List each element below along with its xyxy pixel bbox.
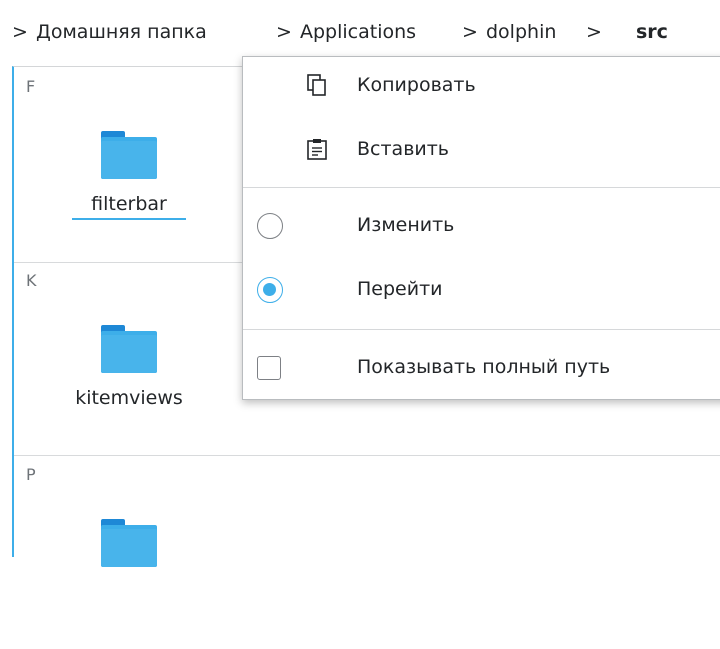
menu-item-label: Показывать полный путь [357,356,611,378]
menu-item-label: Копировать [357,74,476,96]
folder-icon [101,325,157,373]
copy-icon [305,73,329,97]
breadcrumb-separator: > [12,21,28,43]
group-header-k: K [26,271,37,290]
group-header-p: P [26,465,36,484]
breadcrumb-dolphin[interactable]: dolphin [486,20,556,44]
breadcrumb-separator: > [586,21,602,43]
menu-item-edit[interactable]: Изменить [243,199,720,255]
breadcrumb: > Домашняя папка > Applications > dolphi… [0,0,720,62]
menu-item-copy[interactable]: Копировать [243,59,720,115]
menu-item-label: Вставить [357,138,450,160]
breadcrumb-separator: > [462,21,478,43]
edit-radio[interactable] [257,213,283,239]
folder-item-kitemviews[interactable]: kitemviews [72,325,202,455]
folder-item-partial[interactable] [72,519,202,649]
breadcrumb-current[interactable]: src [636,20,668,44]
breadcrumb-applications[interactable]: Applications [300,20,416,44]
folder-label: filterbar [72,193,186,220]
paste-icon [305,137,329,161]
show-full-path-checkbox[interactable] [257,356,281,380]
goto-radio[interactable] [257,277,283,303]
menu-item-show-full-path[interactable]: Показывать полный путь [243,341,720,397]
folder-icon [101,519,157,567]
menu-item-label: Изменить [357,214,455,236]
breadcrumb-separator: > [276,21,292,43]
group-divider [14,455,720,456]
menu-item-label: Перейти [357,278,443,300]
group-header-f: F [26,77,36,96]
folder-icon [101,131,157,179]
breadcrumb-home[interactable]: Домашняя папка [36,20,207,44]
menu-item-goto[interactable]: Перейти [243,263,720,319]
folder-item-filterbar[interactable]: filterbar [72,131,202,261]
folder-label: kitemviews [75,387,183,409]
context-menu: Копировать Вставить Изменить Перейти Пок… [242,56,720,400]
menu-separator [243,187,720,188]
menu-separator [243,329,720,330]
menu-item-paste[interactable]: Вставить [243,123,720,179]
